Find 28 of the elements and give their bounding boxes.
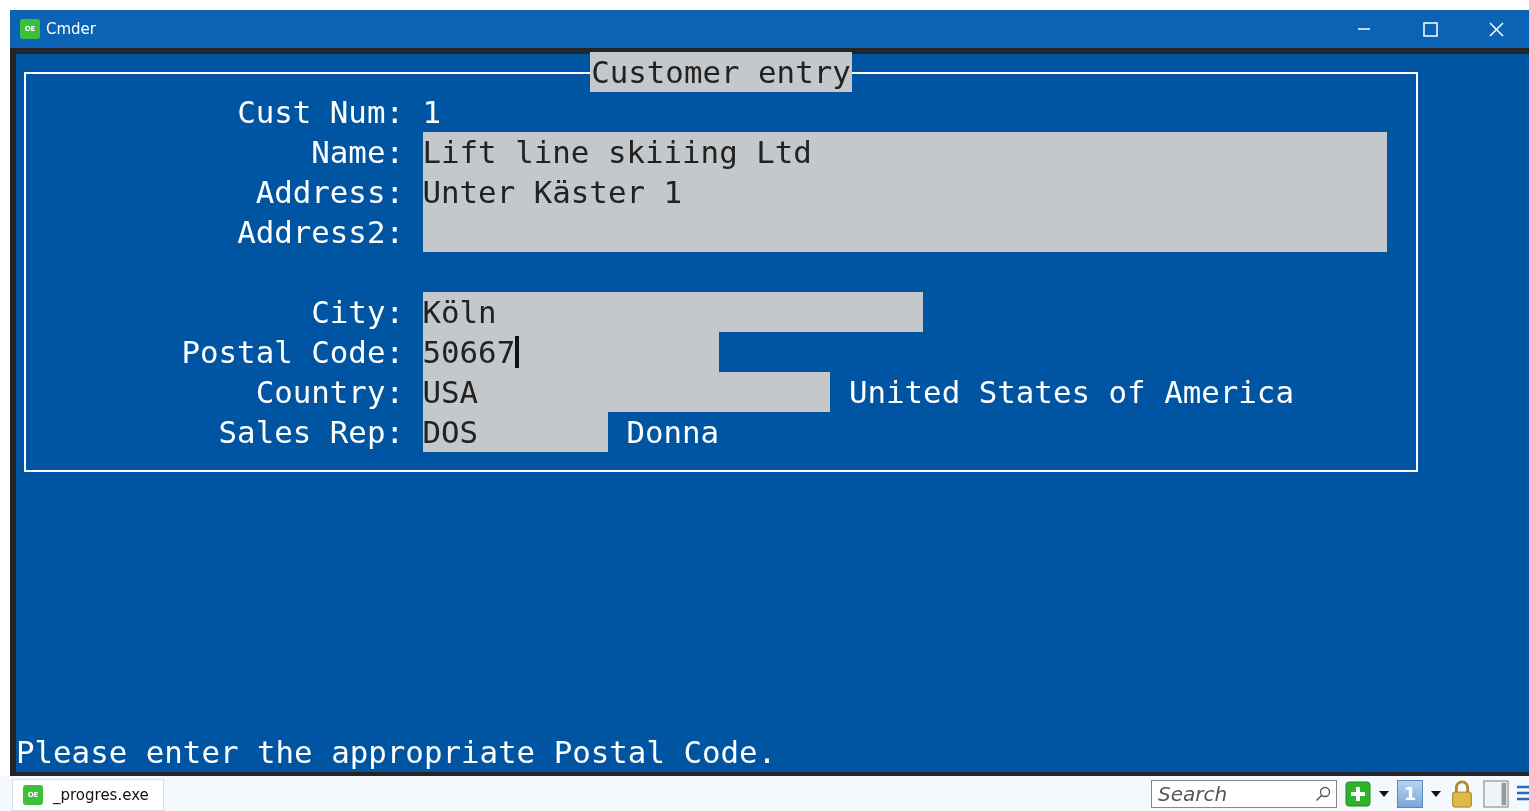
caret-icon[interactable] (1379, 790, 1389, 797)
window-title: Cmder (46, 20, 96, 38)
input-field[interactable]: 50667 (422, 332, 720, 372)
input-field[interactable]: USA (422, 372, 831, 412)
status-message: Please enter the appropriate Postal Code. (16, 733, 778, 772)
search-icon (1315, 785, 1331, 802)
field-label: Address: (254, 173, 405, 212)
field-description: Donna (626, 413, 720, 452)
field-description: United States of America (848, 373, 1294, 412)
field-label: Address2: (236, 213, 405, 252)
field-value: 1 (422, 93, 442, 132)
field-label: Postal Code: (180, 333, 405, 372)
input-field[interactable]: Köln (422, 292, 924, 332)
form-title: Customer entry (590, 52, 852, 92)
input-field[interactable]: Unter Käster 1 (422, 172, 1387, 212)
input-field[interactable]: Lift line skiiing Ltd (422, 132, 1387, 172)
field-label: Sales Rep: (217, 413, 405, 452)
search-field[interactable]: Search (1151, 779, 1337, 808)
field-label: City: (310, 293, 405, 332)
input-field[interactable] (422, 212, 1387, 252)
lock-icon[interactable] (1449, 779, 1475, 808)
input-field[interactable]: DOS (422, 412, 608, 452)
field-label: Name: (310, 133, 405, 172)
plus-icon[interactable] (1345, 779, 1371, 808)
field-label: Country: (254, 373, 405, 412)
field-label: Cust Num: (236, 93, 405, 132)
panel-icon[interactable] (1483, 779, 1509, 808)
caret-icon[interactable] (1431, 790, 1441, 797)
